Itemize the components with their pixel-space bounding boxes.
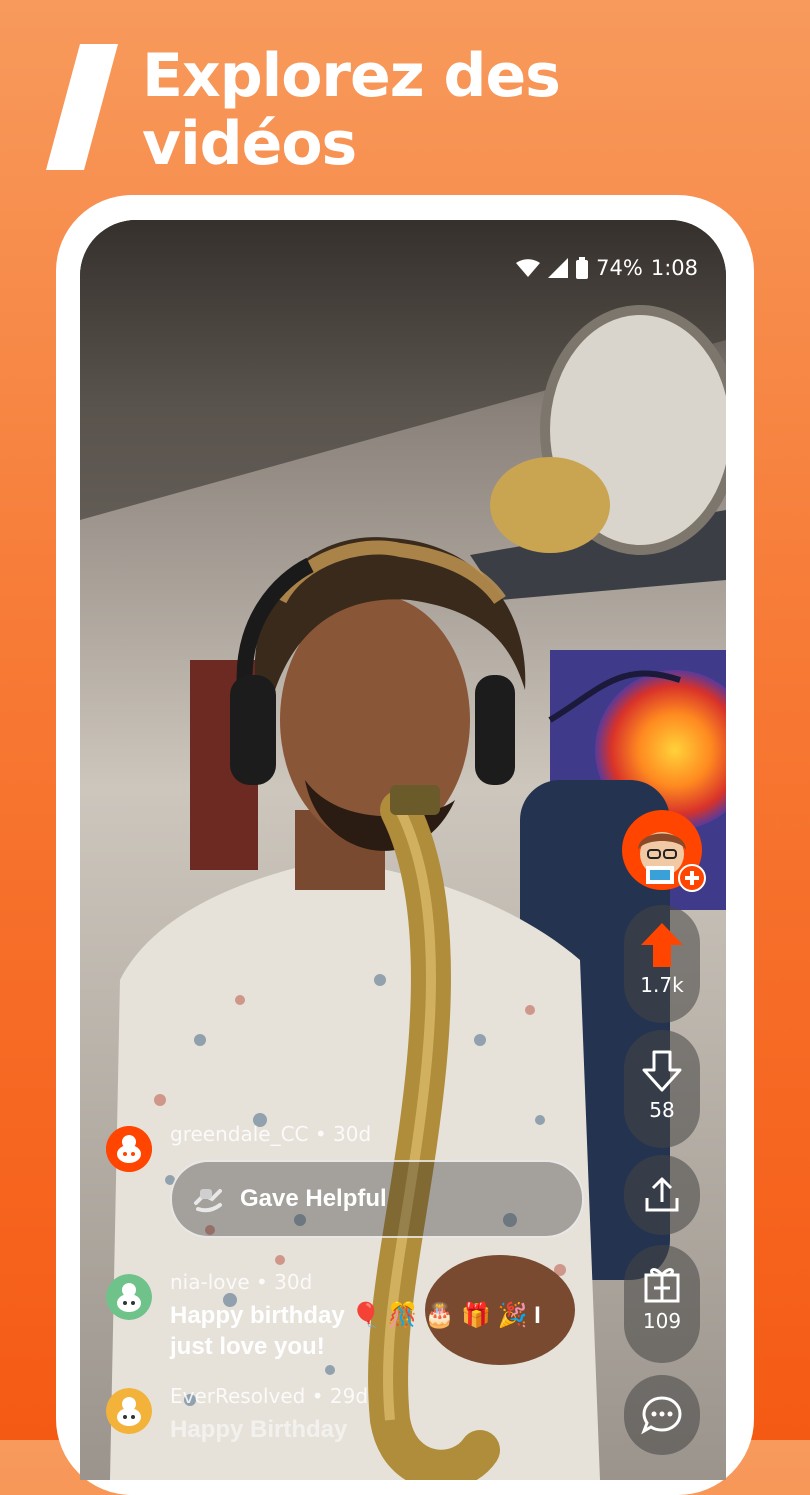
comment-age: 30d xyxy=(333,1122,372,1146)
comment-meta: nia-love • 30d xyxy=(170,1270,312,1294)
headline-line-1: Explorez des xyxy=(142,41,561,111)
upvote-arrow-icon xyxy=(641,923,683,967)
comment-username[interactable]: nia-love xyxy=(170,1270,250,1294)
comment-item: EverResolved • 29d Happy Birthday xyxy=(106,1382,626,1480)
comment-meta: EverResolved • 29d xyxy=(170,1384,368,1408)
comment-text: Happy birthday 🎈 🎊 🎂 🎁 🎉 I just love you… xyxy=(170,1302,541,1360)
follow-plus-icon[interactable] xyxy=(678,864,706,892)
comment-age: 30d xyxy=(274,1270,313,1294)
comment-item: greendale_CC • 30d Gave Helpful xyxy=(106,1120,626,1250)
comment-bubble-icon xyxy=(641,1396,682,1435)
downvote-arrow-icon xyxy=(642,1050,682,1092)
meta-separator: • xyxy=(311,1384,324,1408)
downvote-count: 58 xyxy=(649,1098,675,1122)
comment-text: Happy Birthday xyxy=(170,1416,348,1443)
creator-avatar-button[interactable] xyxy=(622,810,706,892)
video-screen[interactable]: 74% 1:08 1.7k 58 109 greendale_CC • 30d … xyxy=(80,220,726,1480)
comment-meta: greendale_CC • 30d xyxy=(170,1122,371,1146)
gift-icon xyxy=(644,1268,680,1303)
award-button[interactable]: 109 xyxy=(624,1245,700,1363)
comment-item: nia-love • 30d Happy birthday 🎈 🎊 🎂 🎁 🎉 … xyxy=(106,1268,626,1378)
award-badge: Gave Helpful xyxy=(170,1160,584,1238)
award-count: 109 xyxy=(642,1309,682,1333)
headline-line-2: vidéos xyxy=(142,109,357,179)
share-icon xyxy=(645,1177,679,1212)
helpful-award-icon xyxy=(194,1189,222,1213)
comment-username[interactable]: greendale_CC xyxy=(170,1122,309,1146)
battery-icon xyxy=(576,257,589,279)
meta-separator: • xyxy=(256,1270,268,1294)
signal-icon xyxy=(548,258,569,278)
user-avatar-icon[interactable] xyxy=(106,1274,152,1320)
share-button[interactable] xyxy=(624,1155,700,1235)
comment-username[interactable]: EverResolved xyxy=(170,1384,305,1408)
brand-slash-icon xyxy=(46,44,118,170)
clock-time: 1:08 xyxy=(650,256,698,280)
wifi-icon xyxy=(516,259,541,277)
upvote-count: 1.7k xyxy=(640,973,684,997)
battery-percent: 74% xyxy=(596,256,643,280)
downvote-button[interactable]: 58 xyxy=(624,1030,700,1148)
user-avatar-icon[interactable] xyxy=(106,1126,152,1172)
upvote-button[interactable]: 1.7k xyxy=(624,905,700,1023)
meta-separator: • xyxy=(314,1122,327,1146)
comment-button[interactable] xyxy=(624,1375,700,1455)
status-bar: 74% 1:08 xyxy=(516,256,698,280)
user-avatar-icon[interactable] xyxy=(106,1388,152,1434)
award-label: Gave Helpful xyxy=(240,1185,387,1212)
promo-headline: Explorez des vidéos xyxy=(142,41,561,179)
comment-age: 29d xyxy=(329,1384,369,1408)
